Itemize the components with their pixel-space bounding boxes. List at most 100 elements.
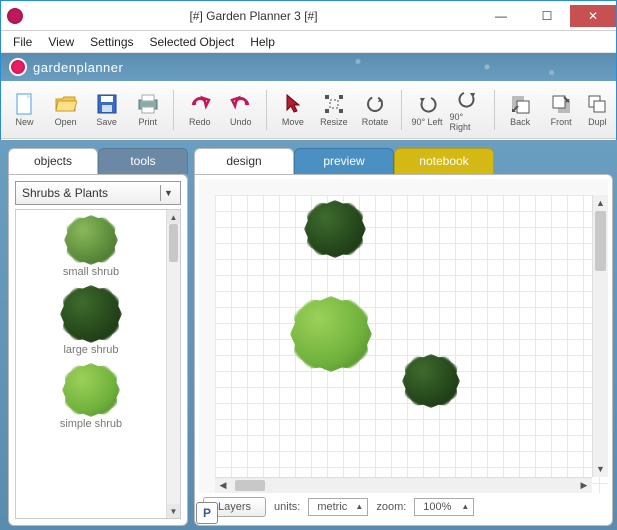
bring-front-button[interactable]: Front — [542, 86, 581, 134]
print-button[interactable]: Print — [128, 86, 167, 134]
window-title: [#] Garden Planner 3 [#] — [29, 9, 478, 23]
app-icon — [7, 8, 23, 24]
item-label: large shrub — [63, 344, 118, 356]
canvas-shrub[interactable] — [405, 357, 457, 405]
resize-label: Resize — [320, 117, 348, 127]
left-tabs: objects tools — [8, 148, 188, 174]
p-button[interactable]: P — [196, 502, 218, 524]
toolbar-separator — [401, 90, 402, 130]
print-label: Print — [138, 117, 157, 127]
printer-icon — [137, 93, 159, 115]
redo-label: Redo — [189, 117, 211, 127]
rotate-left-button[interactable]: 90° Left — [407, 86, 446, 134]
object-list-scrollbar[interactable]: ▲ ▼ — [166, 210, 180, 518]
status-bar: Layers units: metric▲ zoom: 100%▲ — [199, 493, 608, 521]
chevron-up-icon: ▲ — [461, 502, 469, 511]
rotate-left-icon — [416, 93, 438, 115]
chevron-up-icon: ▲ — [355, 502, 363, 511]
units-label: units: — [274, 501, 300, 513]
menu-view[interactable]: View — [42, 33, 80, 51]
left-panel: objects tools Shrubs & Plants ▼ small sh… — [8, 148, 188, 526]
duplicate-icon — [586, 93, 608, 115]
menu-settings[interactable]: Settings — [84, 33, 139, 51]
menu-selected-object[interactable]: Selected Object — [144, 33, 241, 51]
design-canvas[interactable] — [215, 195, 608, 493]
rotate-right-button[interactable]: 90° Right — [449, 86, 488, 134]
canvas-shrub[interactable] — [307, 203, 363, 255]
new-file-icon — [14, 93, 36, 115]
rotate-icon — [364, 93, 386, 115]
tab-tools[interactable]: tools — [98, 148, 188, 174]
category-value: Shrubs & Plants — [22, 186, 108, 200]
maximize-button[interactable]: ☐ — [524, 5, 570, 27]
right-tabs: design preview notebook — [194, 148, 613, 174]
units-select[interactable]: metric ▲ — [308, 498, 368, 516]
menu-help[interactable]: Help — [244, 33, 281, 51]
toolbar-separator — [266, 90, 267, 130]
menu-file[interactable]: File — [7, 33, 38, 51]
save-label: Save — [96, 117, 117, 127]
scroll-thumb[interactable] — [169, 224, 178, 262]
dropdown-arrow-icon: ▼ — [160, 185, 176, 201]
new-label: New — [16, 117, 34, 127]
redo-button[interactable]: Redo — [180, 86, 219, 134]
new-button[interactable]: New — [5, 86, 44, 134]
tab-notebook[interactable]: notebook — [394, 148, 494, 174]
canvas-vscrollbar[interactable]: ▲ ▼ — [592, 195, 608, 477]
close-button[interactable]: ✕ — [570, 5, 616, 27]
send-back-button[interactable]: Back — [501, 86, 540, 134]
move-button[interactable]: Move — [273, 86, 312, 134]
scroll-thumb[interactable] — [235, 480, 265, 491]
minimize-button[interactable]: — — [478, 5, 524, 27]
canvas-shrub[interactable] — [293, 299, 369, 369]
back-label: Back — [510, 117, 530, 127]
undo-icon — [230, 93, 252, 115]
send-back-icon — [509, 93, 531, 115]
cursor-icon — [282, 93, 304, 115]
object-list: small shrub large shrub simple shrub ▲ ▼ — [15, 209, 181, 519]
rotate-left-label: 90° Left — [411, 117, 442, 127]
menu-bar: File View Settings Selected Object Help — [1, 31, 616, 53]
scroll-left-icon[interactable]: ◀ — [215, 478, 231, 494]
scroll-down-icon[interactable]: ▼ — [593, 461, 608, 477]
resize-button[interactable]: Resize — [314, 86, 353, 134]
tab-design[interactable]: design — [194, 148, 294, 174]
list-item[interactable]: small shrub — [63, 218, 119, 278]
item-label: simple shrub — [60, 418, 122, 430]
brand-icon — [9, 58, 27, 76]
floppy-icon — [96, 93, 118, 115]
scroll-right-icon[interactable]: ▶ — [576, 478, 592, 494]
scroll-up-icon[interactable]: ▲ — [167, 210, 180, 224]
duplicate-button[interactable]: Dupl — [583, 86, 612, 134]
toolbar-separator — [494, 90, 495, 130]
tab-objects[interactable]: objects — [8, 148, 98, 174]
rotate-button[interactable]: Rotate — [355, 86, 394, 134]
open-button[interactable]: Open — [46, 86, 85, 134]
rotate-label: Rotate — [362, 117, 389, 127]
object-list-inner: small shrub large shrub simple shrub — [16, 210, 166, 518]
right-panel: design preview notebook ▲ ▼ ◀ ▶ — [194, 148, 613, 526]
undo-button[interactable]: Undo — [221, 86, 260, 134]
scroll-down-icon[interactable]: ▼ — [167, 504, 180, 518]
toolbar: New Open Save Print Redo Undo Move Resiz… — [1, 81, 616, 139]
undo-label: Undo — [230, 117, 252, 127]
canvas-hscrollbar[interactable]: ◀ ▶ — [215, 477, 592, 493]
scroll-up-icon[interactable]: ▲ — [593, 195, 608, 211]
category-select[interactable]: Shrubs & Plants ▼ — [15, 181, 181, 205]
dupl-label: Dupl — [588, 117, 607, 127]
objects-panel: Shrubs & Plants ▼ small shrub large shru… — [8, 174, 188, 526]
move-label: Move — [282, 117, 304, 127]
tab-preview[interactable]: preview — [294, 148, 394, 174]
redo-icon — [189, 93, 211, 115]
list-item[interactable]: large shrub — [63, 288, 119, 356]
scroll-thumb[interactable] — [595, 211, 606, 271]
units-value: metric — [317, 501, 347, 513]
folder-open-icon — [55, 93, 77, 115]
front-label: Front — [551, 117, 572, 127]
brand-strip: gardenplanner — [1, 53, 616, 81]
simple-shrub-icon — [65, 366, 117, 414]
list-item[interactable]: simple shrub — [60, 366, 122, 430]
zoom-select[interactable]: 100%▲ — [414, 498, 474, 516]
save-button[interactable]: Save — [87, 86, 126, 134]
design-panel: ▲ ▼ ◀ ▶ Layers units: metric▲ zoom: 100%… — [194, 174, 613, 526]
